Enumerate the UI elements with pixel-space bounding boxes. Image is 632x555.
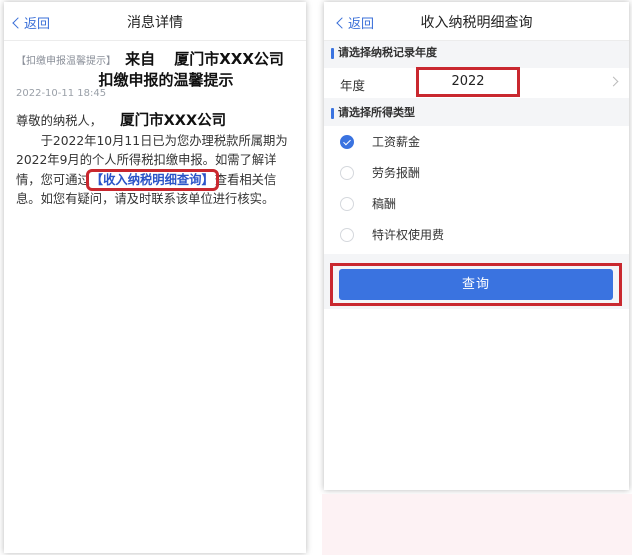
content-area bbox=[324, 309, 629, 490]
income-type-list: 工资薪金 劳务报酬 稿酬 特许权使用费 bbox=[324, 126, 629, 254]
background-area bbox=[322, 494, 632, 555]
greeting: 尊敬的纳税人， bbox=[16, 114, 103, 128]
income-type-option[interactable]: 稿酬 bbox=[340, 193, 396, 215]
message-header: 【扣缴申报温馨提示】 来自 厦门市XXX公司 扣缴申报的温馨提示 bbox=[16, 49, 296, 91]
query-button[interactable]: 查询 bbox=[339, 269, 613, 300]
query-button-highlight: 查询 bbox=[330, 263, 622, 306]
income-type-label: 工资薪金 bbox=[372, 135, 421, 149]
message-nav-bar: 返回 消息详情 bbox=[4, 2, 306, 41]
income-tax-query-link[interactable]: 【收入纳税明细查询】 bbox=[85, 168, 219, 191]
page-title: 消息详情 bbox=[127, 15, 183, 31]
year-label: 年度 bbox=[340, 78, 366, 93]
year-selector-row[interactable]: 年度 2022 bbox=[324, 67, 629, 98]
year-section-label: 请选择纳税记录年度 bbox=[324, 42, 629, 64]
message-detail-screen: 返回 消息详情 【扣缴申报温馨提示】 来自 厦门市XXX公司 扣缴申报的温馨提示… bbox=[4, 2, 306, 553]
greeting-company: 厦门市XXX公司 bbox=[120, 113, 227, 129]
message-tag: 【扣缴申报温馨提示】 bbox=[16, 56, 116, 67]
message-body: 尊敬的纳税人， 厦门市XXX公司 于2022年10月11日已为您办理税款所属期为2… bbox=[16, 112, 300, 210]
from-prefix: 来自 bbox=[125, 50, 156, 68]
radio-checked-icon[interactable] bbox=[340, 135, 354, 149]
radio-unchecked-icon[interactable] bbox=[340, 228, 354, 242]
income-type-label: 稿酬 bbox=[372, 197, 397, 211]
income-type-label: 劳务报酬 bbox=[372, 166, 421, 180]
income-type-option[interactable]: 工资薪金 bbox=[340, 131, 420, 153]
query-nav-bar: 返回 收入纳税明细查询 bbox=[324, 2, 629, 41]
income-tax-query-screen: 返回 收入纳税明细查询 请选择纳税记录年度 年度 2022 请选择所得类型 工资… bbox=[324, 2, 629, 490]
radio-unchecked-icon[interactable] bbox=[340, 197, 354, 211]
year-value[interactable]: 2022 bbox=[416, 67, 520, 97]
income-type-option[interactable]: 特许权使用费 bbox=[340, 224, 444, 246]
message-date: 2022-10-11 18:45 bbox=[16, 88, 107, 99]
page-title: 收入纳税明细查询 bbox=[420, 15, 533, 31]
sender-company: 厦门市XXX公司 bbox=[174, 50, 284, 68]
income-type-label: 特许权使用费 bbox=[372, 228, 445, 242]
chevron-right-icon bbox=[608, 76, 619, 87]
radio-unchecked-icon[interactable] bbox=[340, 166, 354, 180]
type-section-label: 请选择所得类型 bbox=[324, 102, 629, 124]
income-type-option[interactable]: 劳务报酬 bbox=[340, 162, 420, 184]
